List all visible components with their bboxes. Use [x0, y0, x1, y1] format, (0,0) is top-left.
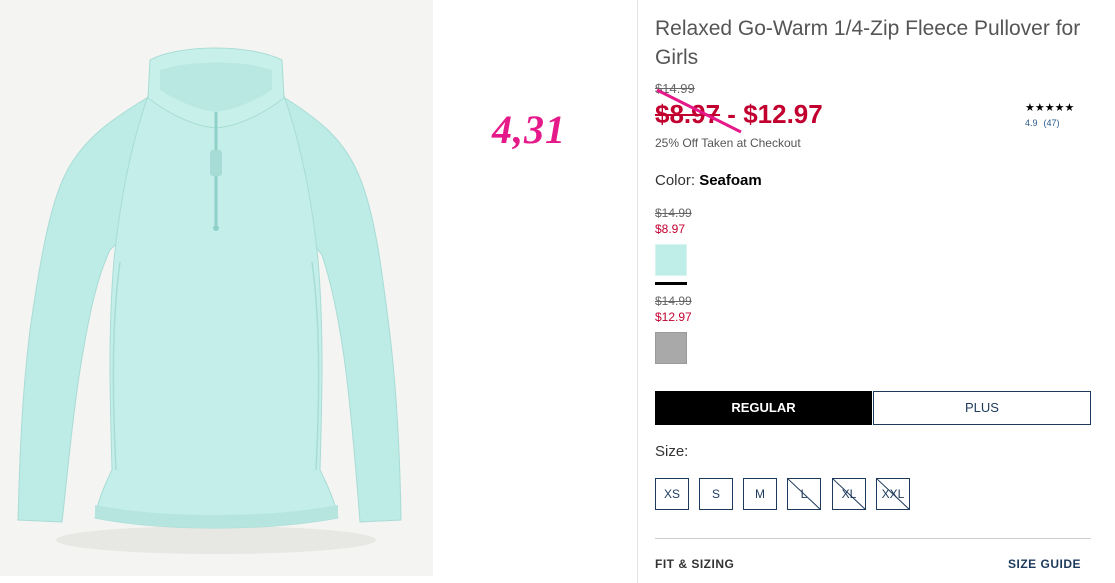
unavailable-strike-icon: [833, 479, 865, 509]
annotation-text: 4,31: [492, 107, 566, 152]
size-l-button[interactable]: L: [787, 478, 821, 510]
unavailable-strike-icon: [877, 479, 909, 509]
size-xxl-button[interactable]: XXL: [876, 478, 910, 510]
swatch-original-price: $14.99: [655, 294, 692, 308]
product-image[interactable]: [0, 0, 433, 576]
review-count[interactable]: (47): [1044, 118, 1060, 128]
fit-regular-button[interactable]: REGULAR: [655, 391, 872, 425]
unavailable-strike-icon: [788, 479, 820, 509]
annotation-strike-mark: [656, 88, 742, 134]
product-title: Relaxed Go-Warm 1/4-Zip Fleece Pullover …: [655, 17, 1081, 69]
rating-value: 4.9: [1025, 118, 1038, 128]
sale-price-high: $12.97: [743, 99, 823, 129]
promo-text: 25% Off Taken at Checkout: [655, 136, 801, 150]
swatch-original-price: $14.99: [655, 206, 692, 220]
size-s-button[interactable]: S: [699, 478, 733, 510]
swatch-price: $12.97: [655, 310, 692, 324]
selected-swatch-indicator: [655, 282, 687, 285]
swatch-grey[interactable]: [655, 332, 687, 364]
size-xs-button[interactable]: XS: [655, 478, 689, 510]
panel-divider: [637, 0, 638, 583]
product-details-panel: Relaxed Go-Warm 1/4-Zip Fleece Pullover …: [655, 0, 1095, 583]
size-m-button[interactable]: M: [743, 478, 777, 510]
section-divider: [655, 538, 1091, 539]
fit-plus-button[interactable]: PLUS: [873, 391, 1091, 425]
swatch-seafoam[interactable]: [655, 244, 687, 276]
color-label: Color: Seafoam: [655, 172, 762, 189]
size-xl-button[interactable]: XL: [832, 478, 866, 510]
star-rating-icon[interactable]: ★★★★★: [1025, 101, 1074, 114]
size-guide-link[interactable]: SIZE GUIDE: [1008, 557, 1081, 571]
swatch-price: $8.97: [655, 222, 686, 236]
rating-summary[interactable]: 4.9 (47): [1025, 118, 1066, 128]
fit-sizing-heading[interactable]: FIT & SIZING: [655, 557, 734, 571]
size-label: Size:: [655, 443, 689, 460]
selected-color-name: Seafoam: [699, 172, 762, 189]
